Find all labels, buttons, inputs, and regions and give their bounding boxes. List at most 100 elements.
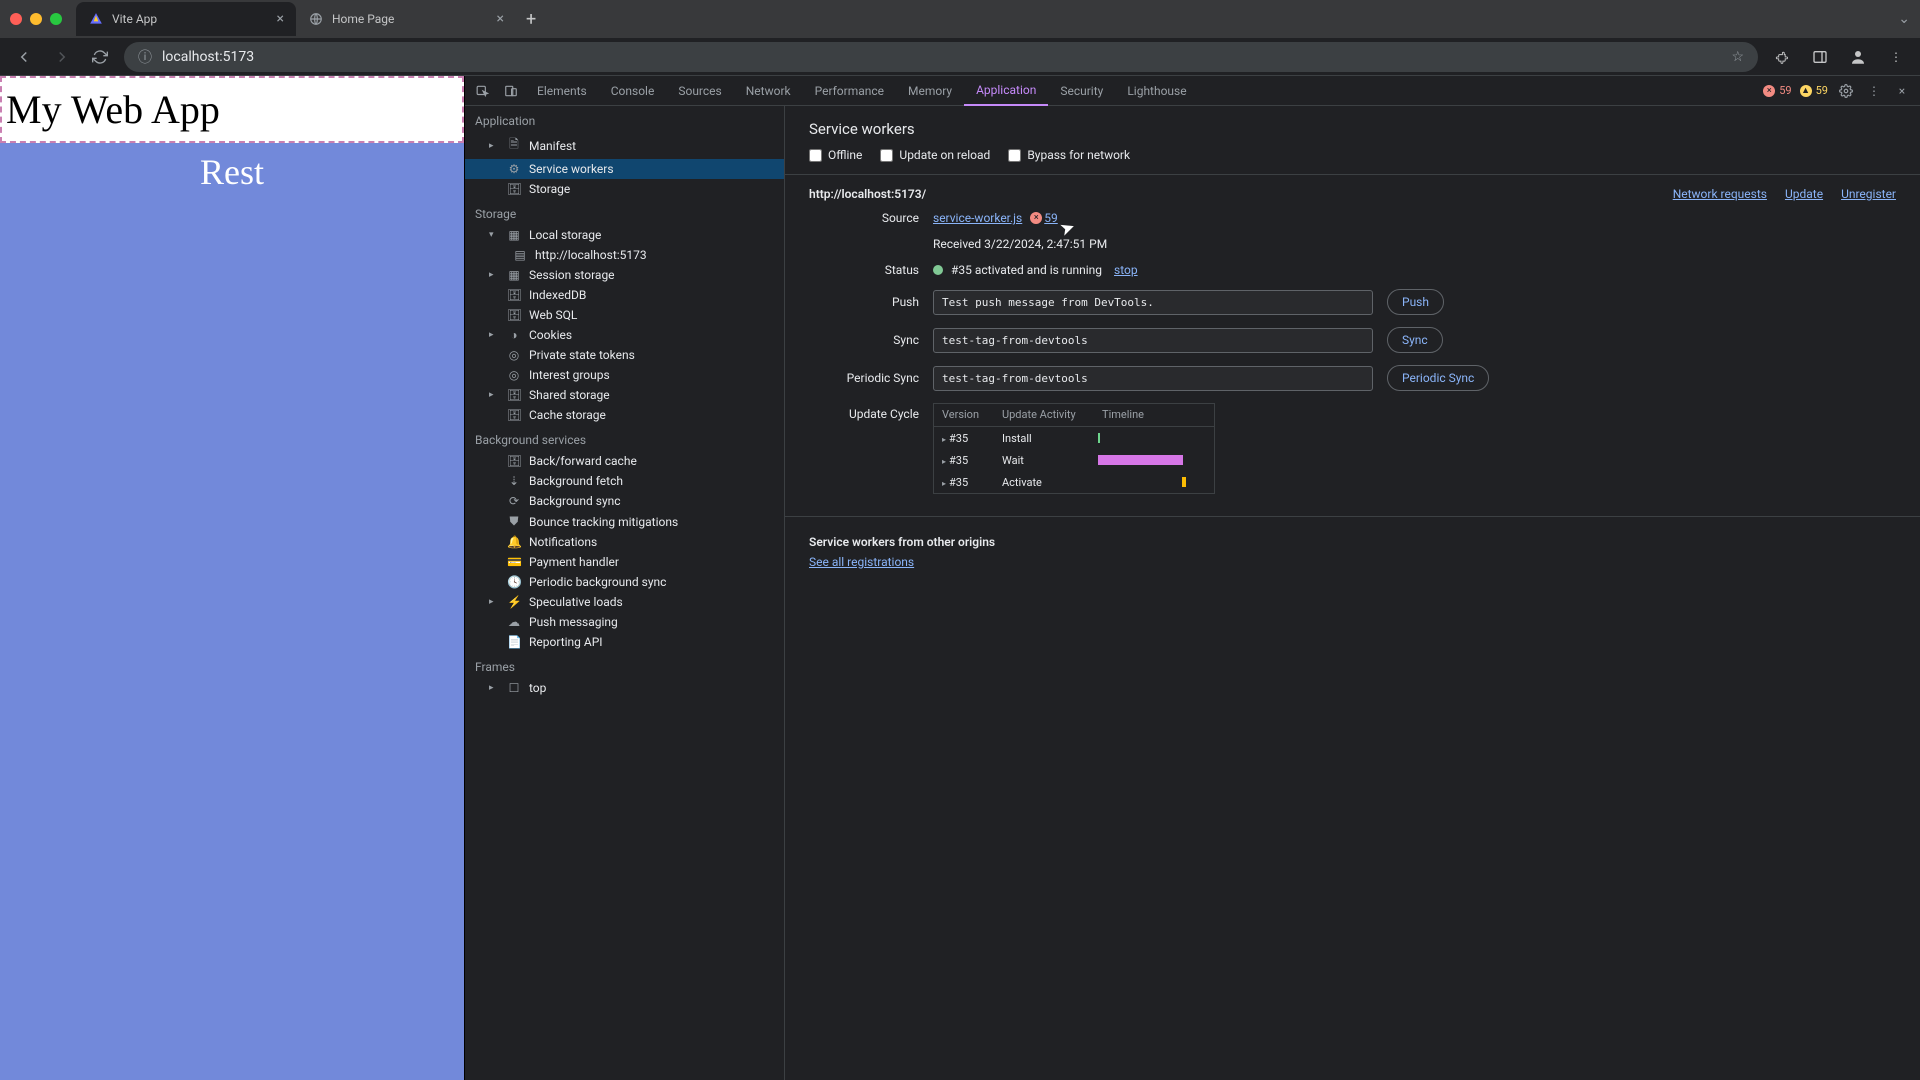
expand-icon: ▸ (942, 479, 946, 488)
tab-console[interactable]: Console (599, 76, 667, 106)
reload-button[interactable] (86, 43, 114, 71)
sidebar-item-frame-top[interactable]: ▸☐top (465, 678, 784, 698)
sync-input[interactable] (933, 328, 1373, 353)
sidebar-item-speculative-loads[interactable]: ▸⚡Speculative loads (465, 592, 784, 612)
sidebar-item-interest-groups[interactable]: ◎Interest groups (465, 365, 784, 385)
globe-favicon-icon (308, 11, 324, 27)
sidebar-item-manifest[interactable]: ▸🗎Manifest (465, 132, 784, 159)
table-row[interactable]: ▸#35 Activate (934, 471, 1214, 493)
tab-security[interactable]: Security (1048, 76, 1115, 106)
inspect-element-icon[interactable] (469, 79, 497, 103)
sidebar-item-local-storage-origin[interactable]: ▤http://localhost:5173 (465, 245, 784, 265)
window-close[interactable] (10, 13, 22, 25)
window-titlebar: Vite App × Home Page × + ⌄ (0, 0, 1920, 38)
sidebar-item-payment-handler[interactable]: 💳Payment handler (465, 552, 784, 572)
tab-network[interactable]: Network (734, 76, 803, 106)
service-workers-pane: Service workers Offline Update on reload… (785, 106, 1920, 1080)
browser-tabs: Vite App × Home Page × + (76, 2, 546, 36)
unregister-link[interactable]: Unregister (1841, 187, 1896, 201)
push-input[interactable] (933, 290, 1373, 315)
tab-performance[interactable]: Performance (803, 76, 896, 106)
tab-close-icon[interactable]: × (497, 11, 504, 27)
sidebar-item-push-messaging[interactable]: ☁Push messaging (465, 612, 784, 632)
lightning-icon: ⚡ (507, 595, 521, 609)
stop-link[interactable]: stop (1114, 263, 1138, 277)
group-icon: ◎ (507, 368, 521, 382)
network-requests-link[interactable]: Network requests (1673, 187, 1767, 201)
sync-button[interactable]: Sync (1387, 327, 1443, 353)
sidebar-item-shared-storage[interactable]: ▸🗄Shared storage (465, 385, 784, 405)
tab-lighthouse[interactable]: Lighthouse (1115, 76, 1198, 106)
device-toolbar-icon[interactable] (497, 79, 525, 103)
sidebar-item-service-workers[interactable]: ⚙Service workers (465, 159, 784, 179)
window-minimize[interactable] (30, 13, 42, 25)
devtools-menu-icon[interactable]: ⋮ (1860, 79, 1888, 103)
sidebar-item-cookies[interactable]: ▸◑Cookies (465, 325, 784, 345)
browser-tab-homepage[interactable]: Home Page × (296, 2, 516, 36)
collapse-icon: ▾ (489, 230, 499, 240)
browser-tab-vite[interactable]: Vite App × (76, 2, 296, 36)
expand-icon: ▸ (942, 435, 946, 444)
clock-sync-icon: 🕓 (507, 575, 521, 589)
source-row: Source service-worker.js ×59 (785, 205, 1920, 231)
update-link[interactable]: Update (1785, 187, 1823, 201)
bypass-for-network-checkbox[interactable]: Bypass for network (1008, 148, 1130, 162)
window-zoom[interactable] (50, 13, 62, 25)
side-panel-icon[interactable] (1806, 43, 1834, 71)
sidebar-item-bg-fetch[interactable]: ⇣Background fetch (465, 471, 784, 491)
offline-checkbox[interactable]: Offline (809, 148, 862, 162)
site-info-icon[interactable]: ⓘ (138, 47, 152, 67)
table-row[interactable]: ▸#35 Install (934, 427, 1214, 449)
sync-icon: ⟳ (507, 494, 521, 508)
tab-close-icon[interactable]: × (277, 11, 284, 27)
sidebar-item-indexeddb[interactable]: 🗄IndexedDB (465, 285, 784, 305)
sidebar-item-reporting-api[interactable]: 📄Reporting API (465, 632, 784, 652)
sw-options-row: Offline Update on reload Bypass for netw… (785, 148, 1920, 175)
address-bar[interactable]: ⓘ localhost:5173 ☆ (124, 42, 1758, 72)
error-count-badge[interactable]: ×59 (1759, 84, 1795, 97)
document-icon: 🗎 (507, 135, 521, 156)
sidebar-item-websql[interactable]: 🗄Web SQL (465, 305, 784, 325)
table-icon: ▦ (507, 228, 521, 242)
tab-sources[interactable]: Sources (666, 76, 733, 106)
profile-icon[interactable] (1844, 43, 1872, 71)
sidebar-item-bg-sync[interactable]: ⟳Background sync (465, 491, 784, 511)
back-button[interactable] (10, 43, 38, 71)
tab-application[interactable]: Application (964, 76, 1048, 106)
sidebar-item-bounce-tracking[interactable]: ⛊Bounce tracking mitigations (465, 511, 784, 532)
sidebar-item-periodic-bg-sync[interactable]: 🕓Periodic background sync (465, 572, 784, 592)
main-split: My Web App Rest Elements Console Sources… (0, 76, 1920, 1080)
sidebar-item-bfcache[interactable]: 🗄Back/forward cache (465, 451, 784, 471)
sidebar-item-notifications[interactable]: 🔔Notifications (465, 532, 784, 552)
sidebar-item-local-storage[interactable]: ▾▦Local storage (465, 225, 784, 245)
sidebar-section-application: Application (465, 106, 784, 132)
table-row[interactable]: ▸#35 Wait (934, 449, 1214, 471)
tab-memory[interactable]: Memory (896, 76, 964, 106)
tabs-overflow-icon[interactable]: ⌄ (1898, 11, 1910, 27)
table-header: Version Update Activity Timeline (934, 404, 1214, 427)
database-icon: 🗄 (507, 388, 521, 402)
tab-elements[interactable]: Elements (525, 76, 599, 106)
periodic-sync-button[interactable]: Periodic Sync (1387, 365, 1489, 391)
push-button[interactable]: Push (1387, 289, 1444, 315)
update-on-reload-checkbox[interactable]: Update on reload (880, 148, 990, 162)
source-file-link[interactable]: service-worker.js (933, 211, 1022, 225)
menu-icon[interactable]: ⋮ (1882, 43, 1910, 71)
sidebar-item-session-storage[interactable]: ▸▦Session storage (465, 265, 784, 285)
settings-gear-icon[interactable] (1832, 79, 1860, 103)
credit-card-icon: 💳 (507, 555, 521, 569)
extensions-icon[interactable] (1768, 43, 1796, 71)
bookmark-star-icon[interactable]: ☆ (1731, 49, 1744, 65)
warning-count-badge[interactable]: ▲59 (1796, 84, 1832, 97)
see-all-registrations-link[interactable]: See all registrations (809, 555, 914, 569)
push-row: Push Push (785, 283, 1920, 321)
source-error-badge[interactable]: ×59 (1030, 211, 1058, 225)
sidebar-item-storage[interactable]: 🗄Storage (465, 179, 784, 199)
sidebar-item-private-state-tokens[interactable]: ◎Private state tokens (465, 345, 784, 365)
new-tab-button[interactable]: + (516, 9, 546, 30)
periodic-sync-input[interactable] (933, 366, 1373, 391)
sidebar-item-cache-storage[interactable]: 🗄Cache storage (465, 405, 784, 425)
pane-title: Service workers (785, 106, 1920, 148)
forward-button[interactable] (48, 43, 76, 71)
devtools-close-icon[interactable]: × (1888, 79, 1916, 103)
